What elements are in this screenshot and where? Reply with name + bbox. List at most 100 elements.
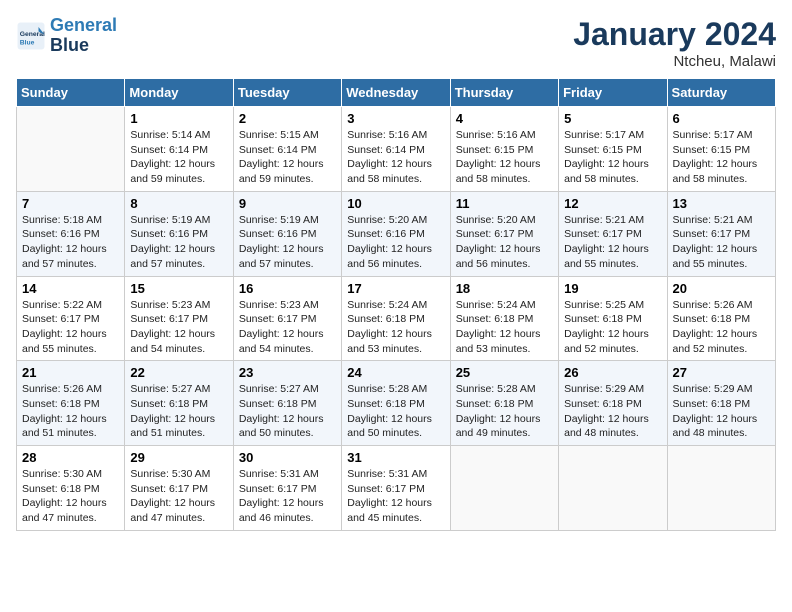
sunset-label: Sunset: 6:18 PM xyxy=(239,398,317,410)
sunset-label: Sunset: 6:14 PM xyxy=(347,144,425,156)
daylight-label: Daylight: 12 hours and 59 minutes. xyxy=(130,158,215,185)
day-number: 20 xyxy=(673,281,770,296)
sunset-label: Sunset: 6:18 PM xyxy=(347,398,425,410)
sunrise-label: Sunrise: 5:19 AM xyxy=(239,214,319,226)
sunset-label: Sunset: 6:17 PM xyxy=(673,228,751,240)
calendar-cell: 29 Sunrise: 5:30 AM Sunset: 6:17 PM Dayl… xyxy=(125,446,233,531)
daylight-label: Daylight: 12 hours and 46 minutes. xyxy=(239,497,324,524)
day-number: 10 xyxy=(347,196,444,211)
day-number: 6 xyxy=(673,111,770,126)
day-number: 21 xyxy=(22,365,119,380)
sunset-label: Sunset: 6:17 PM xyxy=(130,483,208,495)
daylight-label: Daylight: 12 hours and 51 minutes. xyxy=(130,413,215,440)
sunset-label: Sunset: 6:17 PM xyxy=(456,228,534,240)
week-row-4: 21 Sunrise: 5:26 AM Sunset: 6:18 PM Dayl… xyxy=(17,361,776,446)
daylight-label: Daylight: 12 hours and 48 minutes. xyxy=(564,413,649,440)
calendar-cell: 26 Sunrise: 5:29 AM Sunset: 6:18 PM Dayl… xyxy=(559,361,667,446)
day-info: Sunrise: 5:19 AM Sunset: 6:16 PM Dayligh… xyxy=(130,213,227,272)
calendar-cell: 8 Sunrise: 5:19 AM Sunset: 6:16 PM Dayli… xyxy=(125,191,233,276)
sunset-label: Sunset: 6:17 PM xyxy=(239,313,317,325)
sunset-label: Sunset: 6:16 PM xyxy=(239,228,317,240)
weekday-header-saturday: Saturday xyxy=(667,79,775,107)
sunrise-label: Sunrise: 5:31 AM xyxy=(239,468,319,480)
sunrise-label: Sunrise: 5:24 AM xyxy=(347,299,427,311)
day-info: Sunrise: 5:27 AM Sunset: 6:18 PM Dayligh… xyxy=(130,382,227,441)
calendar-cell: 19 Sunrise: 5:25 AM Sunset: 6:18 PM Dayl… xyxy=(559,276,667,361)
daylight-label: Daylight: 12 hours and 47 minutes. xyxy=(130,497,215,524)
daylight-label: Daylight: 12 hours and 57 minutes. xyxy=(130,243,215,270)
month-year-title: January 2024 xyxy=(573,16,776,53)
sunrise-label: Sunrise: 5:27 AM xyxy=(239,383,319,395)
sunset-label: Sunset: 6:17 PM xyxy=(347,483,425,495)
day-number: 30 xyxy=(239,450,336,465)
day-number: 4 xyxy=(456,111,553,126)
calendar-cell: 10 Sunrise: 5:20 AM Sunset: 6:16 PM Dayl… xyxy=(342,191,450,276)
daylight-label: Daylight: 12 hours and 55 minutes. xyxy=(564,243,649,270)
day-number: 9 xyxy=(239,196,336,211)
day-info: Sunrise: 5:20 AM Sunset: 6:16 PM Dayligh… xyxy=(347,213,444,272)
day-info: Sunrise: 5:26 AM Sunset: 6:18 PM Dayligh… xyxy=(22,382,119,441)
week-row-3: 14 Sunrise: 5:22 AM Sunset: 6:17 PM Dayl… xyxy=(17,276,776,361)
daylight-label: Daylight: 12 hours and 57 minutes. xyxy=(239,243,324,270)
day-number: 27 xyxy=(673,365,770,380)
sunset-label: Sunset: 6:15 PM xyxy=(456,144,534,156)
sunrise-label: Sunrise: 5:23 AM xyxy=(130,299,210,311)
day-info: Sunrise: 5:27 AM Sunset: 6:18 PM Dayligh… xyxy=(239,382,336,441)
calendar-cell: 24 Sunrise: 5:28 AM Sunset: 6:18 PM Dayl… xyxy=(342,361,450,446)
daylight-label: Daylight: 12 hours and 53 minutes. xyxy=(456,328,541,355)
day-info: Sunrise: 5:17 AM Sunset: 6:15 PM Dayligh… xyxy=(564,128,661,187)
day-number: 14 xyxy=(22,281,119,296)
daylight-label: Daylight: 12 hours and 55 minutes. xyxy=(673,243,758,270)
day-info: Sunrise: 5:29 AM Sunset: 6:18 PM Dayligh… xyxy=(673,382,770,441)
day-info: Sunrise: 5:30 AM Sunset: 6:17 PM Dayligh… xyxy=(130,467,227,526)
calendar-cell: 23 Sunrise: 5:27 AM Sunset: 6:18 PM Dayl… xyxy=(233,361,341,446)
sunset-label: Sunset: 6:18 PM xyxy=(22,398,100,410)
day-info: Sunrise: 5:24 AM Sunset: 6:18 PM Dayligh… xyxy=(347,298,444,357)
weekday-header-monday: Monday xyxy=(125,79,233,107)
day-number: 1 xyxy=(130,111,227,126)
daylight-label: Daylight: 12 hours and 50 minutes. xyxy=(347,413,432,440)
daylight-label: Daylight: 12 hours and 58 minutes. xyxy=(347,158,432,185)
day-number: 8 xyxy=(130,196,227,211)
weekday-header-friday: Friday xyxy=(559,79,667,107)
day-number: 22 xyxy=(130,365,227,380)
week-row-5: 28 Sunrise: 5:30 AM Sunset: 6:18 PM Dayl… xyxy=(17,446,776,531)
day-info: Sunrise: 5:20 AM Sunset: 6:17 PM Dayligh… xyxy=(456,213,553,272)
sunset-label: Sunset: 6:18 PM xyxy=(130,398,208,410)
sunset-label: Sunset: 6:18 PM xyxy=(347,313,425,325)
daylight-label: Daylight: 12 hours and 58 minutes. xyxy=(456,158,541,185)
calendar-cell xyxy=(450,446,558,531)
sunrise-label: Sunrise: 5:16 AM xyxy=(456,129,536,141)
weekday-header-thursday: Thursday xyxy=(450,79,558,107)
day-number: 16 xyxy=(239,281,336,296)
calendar-cell xyxy=(667,446,775,531)
day-number: 26 xyxy=(564,365,661,380)
svg-text:Blue: Blue xyxy=(20,39,35,46)
sunset-label: Sunset: 6:17 PM xyxy=(130,313,208,325)
sunset-label: Sunset: 6:15 PM xyxy=(564,144,642,156)
location-subtitle: Ntcheu, Malawi xyxy=(573,53,776,70)
calendar-cell xyxy=(559,446,667,531)
sunrise-label: Sunrise: 5:14 AM xyxy=(130,129,210,141)
sunrise-label: Sunrise: 5:20 AM xyxy=(347,214,427,226)
day-info: Sunrise: 5:24 AM Sunset: 6:18 PM Dayligh… xyxy=(456,298,553,357)
daylight-label: Daylight: 12 hours and 51 minutes. xyxy=(22,413,107,440)
sunrise-label: Sunrise: 5:15 AM xyxy=(239,129,319,141)
daylight-label: Daylight: 12 hours and 52 minutes. xyxy=(673,328,758,355)
calendar-cell: 3 Sunrise: 5:16 AM Sunset: 6:14 PM Dayli… xyxy=(342,107,450,192)
sunset-label: Sunset: 6:16 PM xyxy=(22,228,100,240)
daylight-label: Daylight: 12 hours and 58 minutes. xyxy=(673,158,758,185)
sunrise-label: Sunrise: 5:30 AM xyxy=(130,468,210,480)
day-info: Sunrise: 5:19 AM Sunset: 6:16 PM Dayligh… xyxy=(239,213,336,272)
day-number: 31 xyxy=(347,450,444,465)
sunrise-label: Sunrise: 5:26 AM xyxy=(673,299,753,311)
sunset-label: Sunset: 6:17 PM xyxy=(239,483,317,495)
calendar-cell: 4 Sunrise: 5:16 AM Sunset: 6:15 PM Dayli… xyxy=(450,107,558,192)
sunrise-label: Sunrise: 5:30 AM xyxy=(22,468,102,480)
day-info: Sunrise: 5:26 AM Sunset: 6:18 PM Dayligh… xyxy=(673,298,770,357)
calendar-cell: 6 Sunrise: 5:17 AM Sunset: 6:15 PM Dayli… xyxy=(667,107,775,192)
sunrise-label: Sunrise: 5:28 AM xyxy=(456,383,536,395)
sunrise-label: Sunrise: 5:28 AM xyxy=(347,383,427,395)
daylight-label: Daylight: 12 hours and 49 minutes. xyxy=(456,413,541,440)
daylight-label: Daylight: 12 hours and 56 minutes. xyxy=(347,243,432,270)
